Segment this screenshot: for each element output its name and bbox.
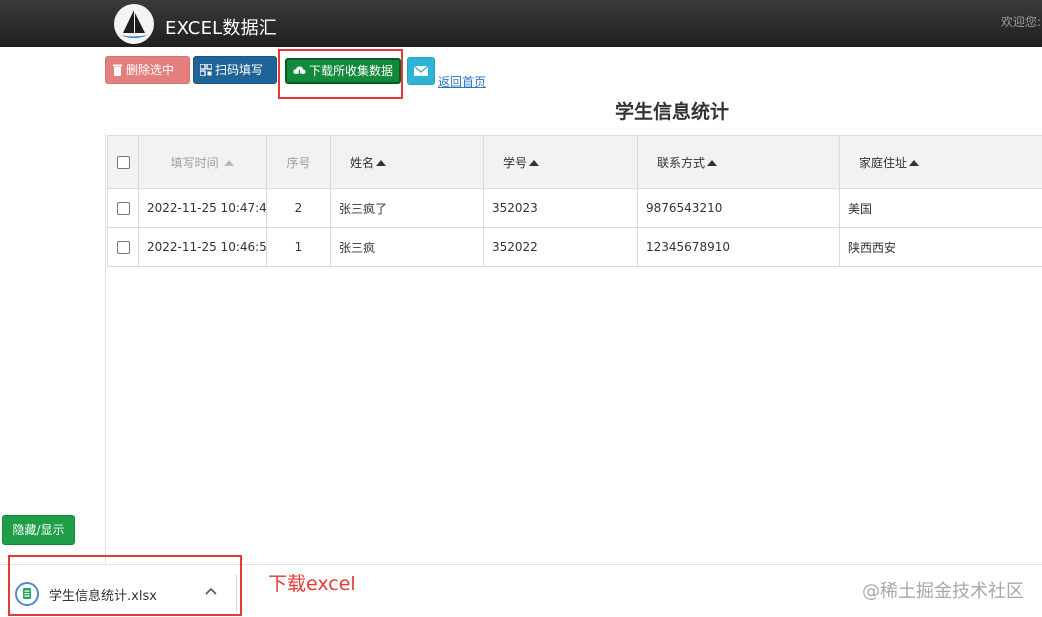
row-checkbox[interactable] (116, 202, 130, 215)
sort-asc-icon (529, 159, 540, 166)
scan-fill-label: 扫码填写 (215, 63, 264, 77)
column-header-time[interactable]: 填写时间 (138, 135, 267, 189)
row-select-cell (107, 188, 139, 228)
cell-time: 2022-11-25 10:46:59 (138, 227, 267, 267)
sort-asc-icon (224, 159, 235, 166)
back-home-link[interactable]: 返回首页 (438, 73, 486, 90)
annotation-text: 下载excel (268, 573, 356, 595)
column-header-index[interactable]: 序号 (266, 135, 331, 189)
table-row: 2022-11-25 10:47:42 2 张三疯了 352023 987654… (107, 188, 1042, 228)
select-all-checkbox[interactable] (116, 156, 130, 169)
highlight-box-download-item (8, 555, 242, 616)
cell-student-id: 352023 (483, 188, 638, 228)
cell-phone: 12345678910 (637, 227, 840, 267)
delete-selected-button[interactable]: 删除选中 (105, 56, 190, 84)
delete-selected-label: 删除选中 (126, 63, 175, 77)
trash-icon (113, 64, 122, 76)
sailboat-logo-icon (114, 4, 154, 44)
watermark: @稀土掘金技术社区 (862, 581, 1024, 602)
cell-index: 1 (266, 227, 331, 267)
table-header-row: 填写时间 序号 姓名 学号 联系方式 家庭住址 (107, 135, 1042, 189)
top-navbar: EXCEL数据汇 欢迎您: (0, 0, 1042, 47)
content-left-divider (105, 134, 106, 564)
column-header-name[interactable]: 姓名 (330, 135, 484, 189)
mail-button[interactable] (407, 57, 435, 85)
qrcode-icon (200, 64, 212, 76)
cell-student-id: 352022 (483, 227, 638, 267)
cell-time: 2022-11-25 10:47:42 (138, 188, 267, 228)
student-info-table: 填写时间 序号 姓名 学号 联系方式 家庭住址 2022-11-25 10:47… (107, 135, 1042, 267)
table-row: 2022-11-25 10:46:59 1 张三疯 352022 1234567… (107, 227, 1042, 267)
page-title: 学生信息统计 (615, 101, 730, 123)
column-header-phone[interactable]: 联系方式 (637, 135, 840, 189)
cell-address: 美国 (839, 188, 1042, 228)
welcome-text: 欢迎您: (1001, 15, 1042, 29)
cell-address: 陕西西安 (839, 227, 1042, 267)
toggle-sidebar-button[interactable]: 隐藏/显示 (2, 515, 75, 545)
row-checkbox[interactable] (116, 241, 130, 254)
row-select-cell (107, 227, 139, 267)
sort-asc-icon (909, 159, 920, 166)
cell-index: 2 (266, 188, 331, 228)
cell-name: 张三疯了 (330, 188, 484, 228)
select-all-header (107, 135, 139, 189)
cell-name: 张三疯 (330, 227, 484, 267)
column-header-address[interactable]: 家庭住址 (839, 135, 1042, 189)
cell-phone: 9876543210 (637, 188, 840, 228)
app-title: EXCEL数据汇 (165, 18, 277, 39)
highlight-box-download-button (278, 49, 403, 99)
envelope-icon (414, 66, 428, 76)
column-header-student-id[interactable]: 学号 (483, 135, 638, 189)
scan-fill-button[interactable]: 扫码填写 (193, 56, 277, 84)
sort-asc-icon (707, 159, 718, 166)
sort-asc-icon (376, 159, 387, 166)
